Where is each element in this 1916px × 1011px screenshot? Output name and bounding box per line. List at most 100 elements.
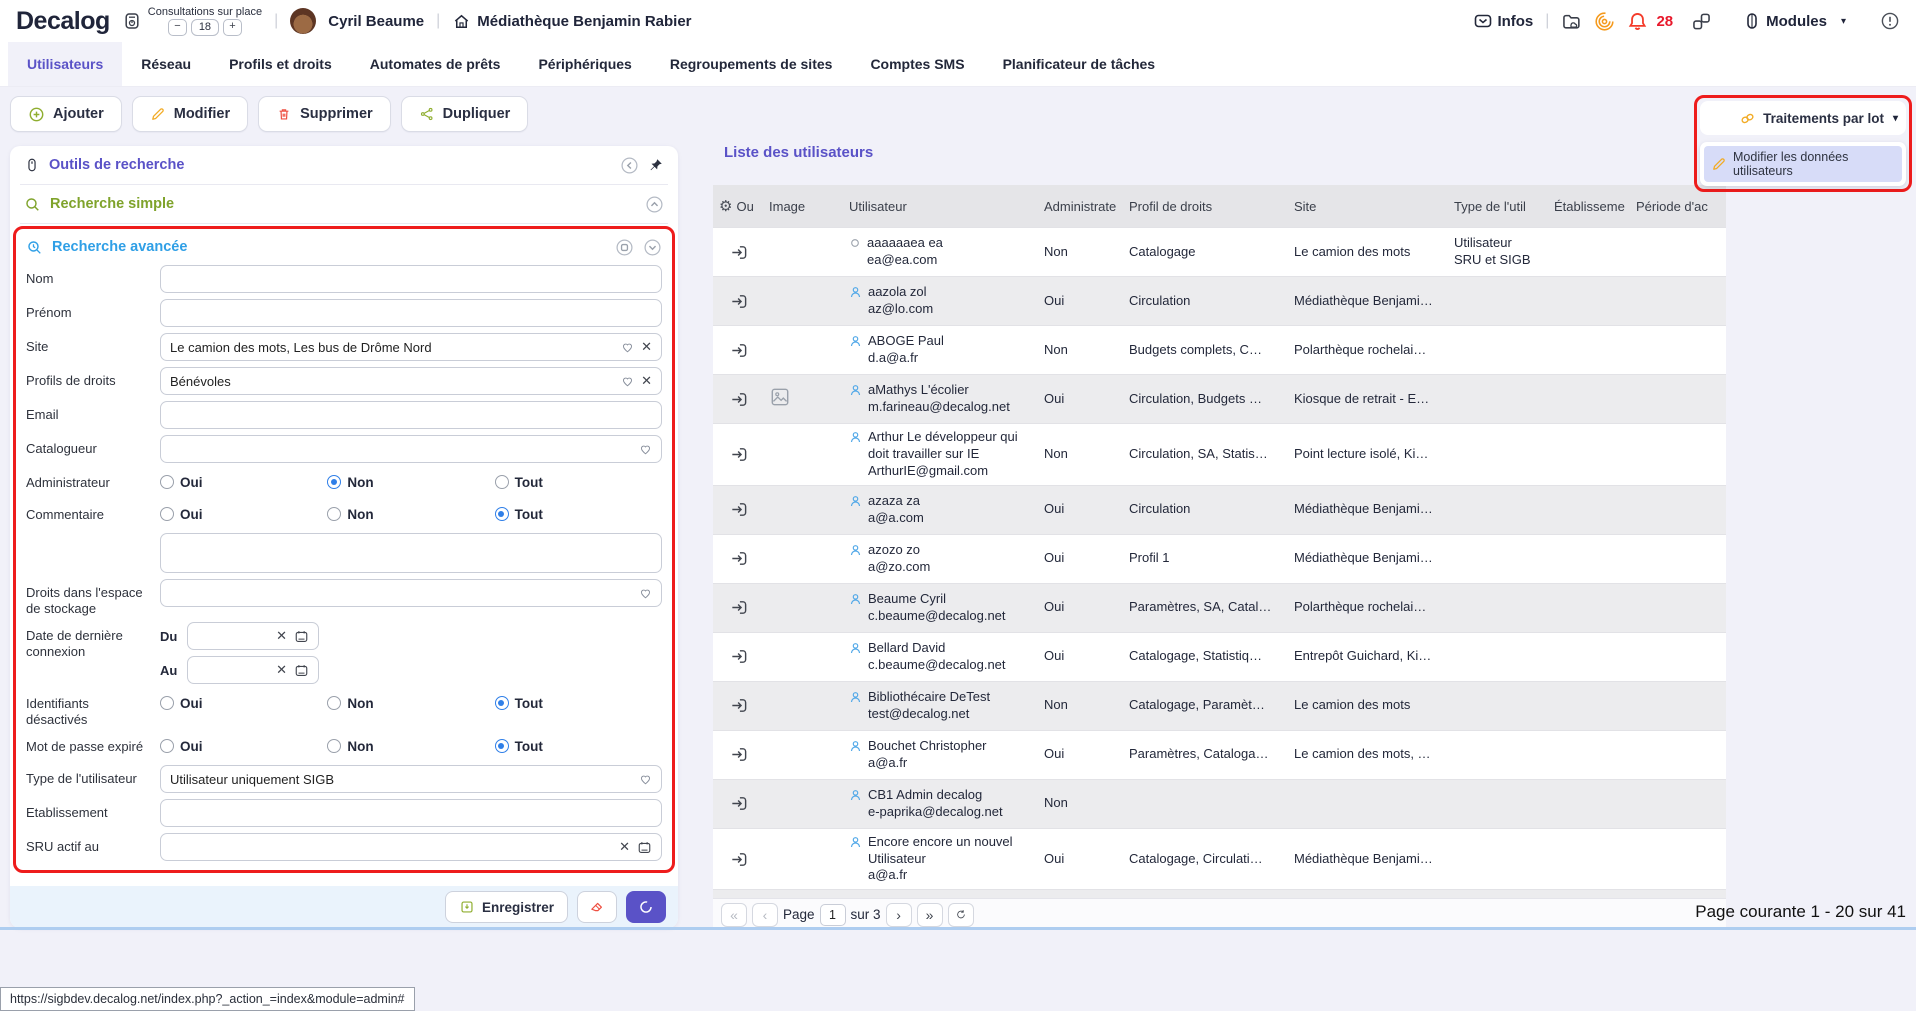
login-as-button[interactable] bbox=[713, 642, 763, 671]
form-input[interactable] bbox=[160, 299, 662, 327]
tab-peripheriques[interactable]: Périphériques bbox=[519, 42, 650, 86]
radio-dot[interactable] bbox=[495, 507, 509, 521]
folder-cloud-icon[interactable] bbox=[1561, 11, 1582, 32]
user-avatar[interactable] bbox=[290, 8, 316, 34]
ajouter-button[interactable]: Ajouter bbox=[10, 96, 122, 132]
clear-icon[interactable]: ✕ bbox=[276, 662, 287, 678]
column-header-profil-de-droits[interactable]: Profil de droits bbox=[1123, 199, 1288, 214]
form-input[interactable] bbox=[160, 799, 662, 827]
radio-option-non[interactable]: Non bbox=[327, 696, 494, 711]
radio-dot[interactable] bbox=[160, 475, 174, 489]
tab-automates-de-prets[interactable]: Automates de prêts bbox=[351, 42, 520, 86]
user-cell[interactable]: Bellard Davidc.beaume@decalog.net bbox=[843, 635, 1038, 679]
save-button[interactable]: Enregistrer bbox=[445, 891, 568, 923]
refresh-button[interactable] bbox=[948, 903, 974, 927]
radio-dot[interactable] bbox=[160, 739, 174, 753]
radio-dot[interactable] bbox=[327, 696, 341, 710]
login-as-button[interactable] bbox=[713, 287, 763, 316]
menu-item-modifier-les-donnees-utilisateurs[interactable]: Modifier les données utilisateurs bbox=[1704, 146, 1902, 182]
column-header-image[interactable]: Image bbox=[763, 199, 843, 214]
column-header-site[interactable]: Site bbox=[1288, 199, 1448, 214]
login-as-button[interactable] bbox=[713, 845, 763, 874]
radio-option-non[interactable]: Non bbox=[327, 475, 494, 490]
target-icon[interactable] bbox=[1594, 11, 1615, 32]
form-input[interactable]: Bénévoles✕ bbox=[160, 367, 662, 395]
column-header-utilisateur[interactable]: Utilisateur bbox=[843, 199, 1038, 214]
column-header-etablisseme[interactable]: Établisseme bbox=[1548, 199, 1630, 214]
login-as-button[interactable] bbox=[713, 691, 763, 720]
form-input[interactable]: ✕ bbox=[187, 622, 319, 650]
form-input[interactable] bbox=[160, 265, 662, 293]
radio-option-tout[interactable]: Tout bbox=[495, 739, 662, 754]
login-as-button[interactable] bbox=[713, 789, 763, 818]
collapse-left-icon[interactable] bbox=[620, 156, 639, 175]
consultations-value[interactable]: 18 bbox=[191, 19, 219, 36]
user-cell[interactable]: aazola zolaz@lo.com bbox=[843, 279, 1038, 323]
square-circle-icon[interactable] bbox=[615, 238, 634, 257]
supprimer-button[interactable]: Supprimer bbox=[258, 96, 391, 132]
tab-profils-et-droits[interactable]: Profils et droits bbox=[210, 42, 351, 86]
clear-icon[interactable]: ✕ bbox=[276, 628, 287, 644]
envelope-icon[interactable] bbox=[1473, 11, 1493, 31]
notification-count[interactable]: 28 bbox=[1656, 13, 1673, 30]
user-cell[interactable]: azozo zoa@zo.com bbox=[843, 537, 1038, 581]
column-header-periode-d-ac[interactable]: Période d'ac bbox=[1630, 199, 1726, 214]
user-cell[interactable]: azaza zaa@a.com bbox=[843, 488, 1038, 532]
radio-dot[interactable] bbox=[160, 507, 174, 521]
user-cell[interactable]: Beaume Cyrilc.beaume@decalog.net bbox=[843, 586, 1038, 630]
page-input[interactable]: 1 bbox=[820, 904, 846, 926]
page-next-button[interactable]: › bbox=[886, 903, 912, 927]
login-as-button[interactable] bbox=[713, 740, 763, 769]
form-input[interactable] bbox=[160, 435, 662, 463]
login-as-button[interactable] bbox=[713, 495, 763, 524]
user-cell[interactable]: ABOGE Pauld.a@a.fr bbox=[843, 328, 1038, 372]
radio-dot[interactable] bbox=[160, 696, 174, 710]
batch-button[interactable]: Traitements par lot ▾ bbox=[1700, 101, 1906, 135]
user-cell[interactable]: Bouchet Christophera@a.fr bbox=[843, 733, 1038, 777]
column-header-administrate[interactable]: Administrate bbox=[1038, 199, 1123, 214]
flow-icon[interactable] bbox=[1691, 11, 1712, 32]
login-as-button[interactable] bbox=[713, 238, 763, 267]
tab-comptes-sms[interactable]: Comptes SMS bbox=[851, 42, 983, 86]
search-submit-button[interactable] bbox=[626, 891, 666, 923]
bell-icon[interactable] bbox=[1627, 11, 1648, 32]
user-cell[interactable]: aMathys L'écolierm.farineau@decalog.net bbox=[843, 377, 1038, 421]
clear-icon[interactable]: ✕ bbox=[641, 373, 652, 389]
radio-dot[interactable] bbox=[327, 507, 341, 521]
consultations-plus-button[interactable]: + bbox=[223, 19, 242, 36]
consultations-minus-button[interactable]: − bbox=[168, 19, 187, 36]
form-input[interactable] bbox=[160, 579, 662, 607]
radio-option-tout[interactable]: Tout bbox=[495, 507, 662, 522]
search-tools-header[interactable]: Outils de recherche bbox=[10, 146, 678, 184]
form-input[interactable]: Le camion des mots, Les bus de Drôme Nor… bbox=[160, 333, 662, 361]
user-cell[interactable]: aaaaaaea eaea@ea.com bbox=[843, 230, 1038, 274]
dupliquer-button[interactable]: Dupliquer bbox=[401, 96, 529, 132]
radio-dot[interactable] bbox=[495, 475, 509, 489]
clear-form-button[interactable] bbox=[577, 891, 617, 923]
advanced-search-header[interactable]: Recherche avancée bbox=[26, 229, 662, 265]
radio-option-tout[interactable]: Tout bbox=[495, 696, 662, 711]
column-header-ou[interactable]: ⚙Ou bbox=[713, 197, 763, 215]
user-cell[interactable]: Bibliothécaire DeTesttest@decalog.net bbox=[843, 684, 1038, 728]
modules-icon[interactable] bbox=[1742, 11, 1762, 31]
radio-option-oui[interactable]: Oui bbox=[160, 475, 327, 490]
radio-option-non[interactable]: Non bbox=[327, 739, 494, 754]
tab-reseau[interactable]: Réseau bbox=[122, 42, 210, 86]
modifier-button[interactable]: Modifier bbox=[132, 96, 248, 132]
login-as-button[interactable] bbox=[713, 544, 763, 573]
page-last-button[interactable]: » bbox=[917, 903, 943, 927]
radio-dot[interactable] bbox=[327, 475, 341, 489]
alert-circle-icon[interactable] bbox=[1880, 11, 1900, 31]
clear-icon[interactable]: ✕ bbox=[619, 839, 630, 855]
tab-planificateur-de-taches[interactable]: Planificateur de tâches bbox=[984, 42, 1175, 86]
modules-menu[interactable]: Modules bbox=[1766, 13, 1827, 30]
radio-option-tout[interactable]: Tout bbox=[495, 475, 662, 490]
radio-option-oui[interactable]: Oui bbox=[160, 696, 327, 711]
radio-option-oui[interactable]: Oui bbox=[160, 739, 327, 754]
user-cell[interactable]: Encore encore un nouvel Utilisateura@a.f… bbox=[843, 829, 1038, 890]
column-header-type-de-l-util[interactable]: Type de l'util bbox=[1448, 199, 1548, 214]
radio-dot[interactable] bbox=[495, 739, 509, 753]
simple-search-header[interactable]: Recherche simple bbox=[10, 185, 678, 223]
tab-utilisateurs[interactable]: Utilisateurs bbox=[8, 42, 122, 86]
login-as-button[interactable] bbox=[713, 336, 763, 365]
